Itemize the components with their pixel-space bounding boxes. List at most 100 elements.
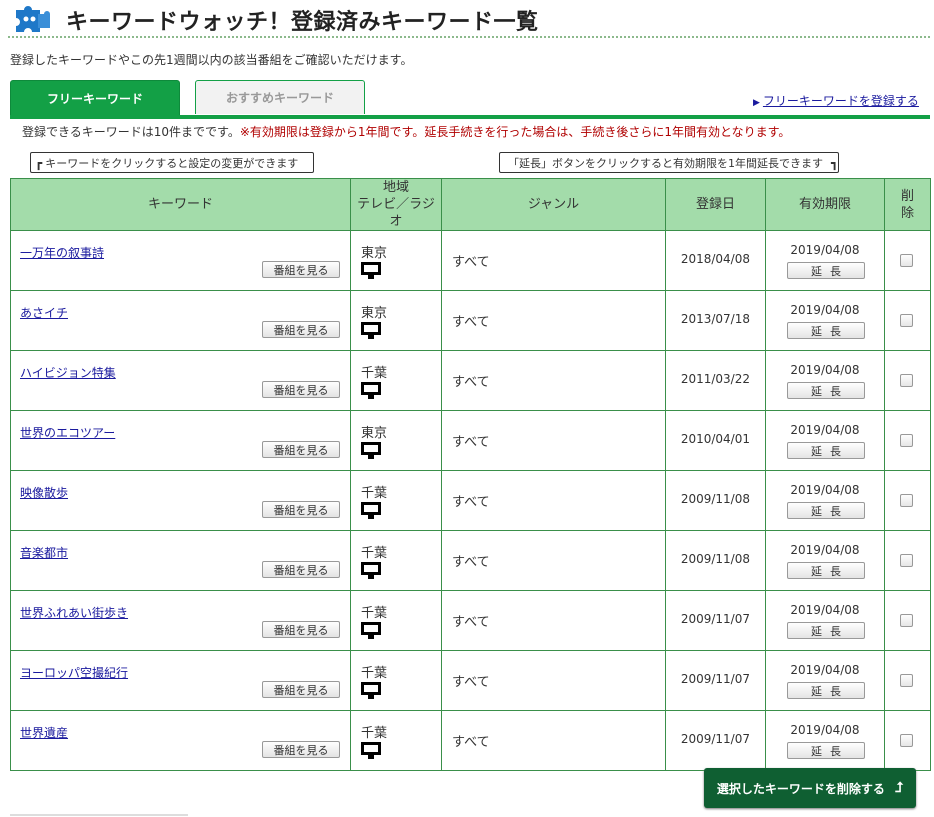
register-link-label: フリーキーワードを登録する xyxy=(762,94,919,108)
delete-cell xyxy=(884,710,931,771)
header-delete: 削除 xyxy=(884,178,931,231)
watch-programs-button[interactable]: 番組を見る xyxy=(262,501,340,518)
header-area: 地域 テレビ／ラジオ xyxy=(350,178,442,231)
tab-underline xyxy=(10,115,930,119)
area-cell: 東京 xyxy=(350,290,442,351)
genre-cell: すべて xyxy=(441,590,666,651)
keyword-cell: あさイチ 番組を見る xyxy=(10,290,351,351)
tv-icon xyxy=(361,562,381,579)
delete-checkbox[interactable] xyxy=(900,314,913,327)
area-label: 千葉 xyxy=(361,486,388,501)
expiry-cell: 2019/04/08 延長 xyxy=(765,470,885,531)
expiry-date: 2019/04/08 xyxy=(790,483,860,497)
keyword-link[interactable]: 映像散歩 xyxy=(20,484,68,501)
delete-cell xyxy=(884,470,931,531)
delete-checkbox[interactable] xyxy=(900,674,913,687)
extend-button[interactable]: 延長 xyxy=(787,742,865,759)
extend-button[interactable]: 延長 xyxy=(787,502,865,519)
expiry-cell: 2019/04/08 延長 xyxy=(765,410,885,471)
page-description: 登録したキーワードやこの先1週間以内の該当番組をご確認いただけます。 xyxy=(10,53,413,67)
expiry-cell: 2019/04/08 延長 xyxy=(765,590,885,651)
keyword-cell: ハイビジョン特集 番組を見る xyxy=(10,350,351,411)
delete-selected-button[interactable]: 選択したキーワードを削除する ⮥ xyxy=(704,768,916,808)
hint-left-text: キーワードをクリックすると設定の変更ができます xyxy=(45,156,299,170)
watch-programs-button[interactable]: 番組を見る xyxy=(262,681,340,698)
registered-date-cell: 2011/03/22 xyxy=(665,350,766,411)
watch-programs-button[interactable]: 番組を見る xyxy=(262,561,340,578)
delete-checkbox[interactable] xyxy=(900,554,913,567)
register-free-keyword-link[interactable]: ▶ フリーキーワードを登録する xyxy=(753,92,919,109)
expiry-cell: 2019/04/08 延長 xyxy=(765,230,885,291)
delete-checkbox[interactable] xyxy=(900,374,913,387)
expiry-date: 2019/04/08 xyxy=(790,663,860,677)
extend-button[interactable]: 延長 xyxy=(787,622,865,639)
header-area-line1: 地域 xyxy=(382,180,409,195)
area-cell: 千葉 xyxy=(350,710,442,771)
delete-checkbox[interactable] xyxy=(900,434,913,447)
keyword-link[interactable]: ヨーロッパ空撮紀行 xyxy=(20,664,128,681)
extend-button[interactable]: 延長 xyxy=(787,562,865,579)
expiry-date: 2019/04/08 xyxy=(790,423,860,437)
keyword-cell: 世界遺産 番組を見る xyxy=(10,710,351,771)
watch-programs-button[interactable]: 番組を見る xyxy=(262,741,340,758)
watch-programs-button[interactable]: 番組を見る xyxy=(262,381,340,398)
registered-date: 2009/11/07 xyxy=(680,612,750,626)
watch-programs-button[interactable]: 番組を見る xyxy=(262,621,340,638)
expiry-date: 2019/04/08 xyxy=(790,363,860,377)
keyword-cell: 世界のエコツアー 番組を見る xyxy=(10,410,351,471)
area-label: 千葉 xyxy=(361,726,388,741)
keyword-link[interactable]: あさイチ xyxy=(20,304,68,321)
table-row: 世界遺産 番組を見る 千葉 すべて 2009/11/07 2019/04/08 … xyxy=(10,710,931,771)
keyword-link[interactable]: 世界ふれあい街歩き xyxy=(20,604,128,621)
genre-cell: すべて xyxy=(441,410,666,471)
delete-cell xyxy=(884,530,931,591)
area-label: 東京 xyxy=(361,306,388,321)
registered-date-cell: 2009/11/07 xyxy=(665,590,766,651)
keyword-cell: 世界ふれあい街歩き 番組を見る xyxy=(10,590,351,651)
extend-button[interactable]: 延長 xyxy=(787,262,865,279)
tv-icon xyxy=(361,262,381,279)
table-row: 世界ふれあい街歩き 番組を見る 千葉 すべて 2009/11/07 2019/0… xyxy=(10,590,931,651)
expiry-date: 2019/04/08 xyxy=(790,543,860,557)
keyword-link[interactable]: 一万年の叙事詩 xyxy=(20,244,104,261)
registered-date-cell: 2009/11/07 xyxy=(665,650,766,711)
keyword-link[interactable]: 世界遺産 xyxy=(20,724,68,741)
keyword-table: キーワード 地域 テレビ／ラジオ ジャンル 登録日 有効期限 削除 一万年の叙事詩… xyxy=(10,178,931,771)
registered-date-cell: 2009/11/08 xyxy=(665,470,766,531)
keyword-cell: ヨーロッパ空撮紀行 番組を見る xyxy=(10,650,351,711)
header-genre: ジャンル xyxy=(441,178,666,231)
keyword-link[interactable]: 音楽都市 xyxy=(20,544,68,561)
area-cell: 千葉 xyxy=(350,470,442,531)
watch-programs-button[interactable]: 番組を見る xyxy=(262,321,340,338)
keyword-link[interactable]: ハイビジョン特集 xyxy=(20,364,116,381)
tv-icon xyxy=(361,682,381,699)
delete-checkbox[interactable] xyxy=(900,614,913,627)
genre-label: すべて xyxy=(452,435,490,450)
table-row: 世界のエコツアー 番組を見る 東京 すべて 2010/04/01 2019/04… xyxy=(10,410,931,471)
genre-label: すべて xyxy=(452,495,490,510)
extend-button[interactable]: 延長 xyxy=(787,682,865,699)
header-expires: 有効期限 xyxy=(765,178,885,231)
keyword-link[interactable]: 世界のエコツアー xyxy=(20,424,115,441)
expiry-cell: 2019/04/08 延長 xyxy=(765,710,885,771)
registered-date-cell: 2013/07/18 xyxy=(665,290,766,351)
header-keyword: キーワード xyxy=(10,178,351,231)
watch-programs-button[interactable]: 番組を見る xyxy=(262,261,340,278)
extend-button[interactable]: 延長 xyxy=(787,442,865,459)
delete-checkbox[interactable] xyxy=(900,734,913,747)
watch-programs-button[interactable]: 番組を見る xyxy=(262,441,340,458)
delete-checkbox[interactable] xyxy=(900,494,913,507)
notice-normal: 登録できるキーワードは10件までです。 xyxy=(22,125,240,139)
tab-free-keyword[interactable]: フリーキーワード xyxy=(10,80,180,116)
header-registered: 登録日 xyxy=(665,178,766,231)
registered-date: 2010/04/01 xyxy=(680,432,750,446)
extend-button[interactable]: 延長 xyxy=(787,322,865,339)
page-header: キーワードウォッチ！登録済みキーワード一覧 xyxy=(8,2,930,38)
triangle-right-icon: ▶ xyxy=(753,98,760,108)
genre-cell: すべて xyxy=(441,470,666,531)
tab-recommended-keyword[interactable]: おすすめキーワード xyxy=(195,80,365,114)
extend-button[interactable]: 延長 xyxy=(787,382,865,399)
delete-checkbox[interactable] xyxy=(900,254,913,267)
genre-label: すべて xyxy=(452,315,490,330)
area-label: 千葉 xyxy=(361,366,388,381)
